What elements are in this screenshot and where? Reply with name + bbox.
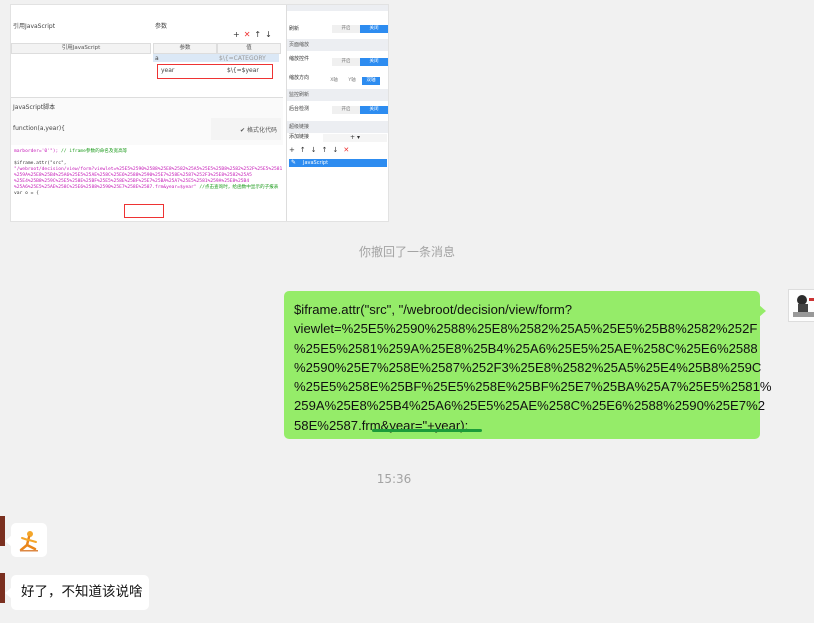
screenshot-toggle-off: 开启	[332, 25, 360, 33]
screenshot-red-highlight-box	[157, 64, 273, 79]
screenshot-toggle-off: 开启	[332, 58, 360, 66]
screenshot-js-reference-pane: 引用JavaScript 引用JavaScript	[11, 5, 153, 95]
screenshot-params-pane: 参数 +✕↑↓ 参数 值 a $\{=CATEGORY year $\{=$ye…	[153, 5, 283, 95]
code-line: %25A6%25E5%25AE%258C%25E6%2588%2590%25E7…	[14, 185, 279, 190]
dance-sticker-icon	[19, 531, 38, 552]
screenshot-toggle-on: 关闭	[360, 58, 388, 66]
screenshot-code-editor: marborder='0'"); // iframe参数的命名及宽高等 $ifr…	[11, 145, 286, 221]
handwritten-underline-mark	[372, 429, 482, 432]
screenshot-link-list-item: JavaScript	[289, 159, 387, 167]
screenshot-param-name: a	[155, 55, 159, 62]
screenshot-axis-option: Y轴	[348, 78, 356, 83]
bubble-tail	[759, 305, 766, 317]
screenshot-params-toolbar: +✕↑↓	[233, 30, 276, 39]
message-line: $iframe.attr("src", "/webroot/decision/v…	[294, 302, 573, 317]
shared-screenshot-image[interactable]: 引用JavaScript 引用JavaScript 参数 +✕↑↓ 参数 值 a…	[10, 4, 389, 222]
screenshot-prop-section: 页面缩放	[289, 42, 310, 48]
message-line: %25E5%2581%259A%25E8%25B4%25A6%25E5%25AE…	[294, 340, 758, 356]
pencil-icon: ✎	[291, 159, 297, 166]
screenshot-js-signature: function(a,year){	[13, 125, 65, 132]
sticker-message-bubble[interactable]	[5, 523, 47, 557]
message-line: viewlet=%25E5%2590%2588%25E8%2582%25A5%2…	[294, 321, 758, 337]
screenshot-add-link-button: + ▾	[323, 134, 387, 142]
message-line: 58E%2587.frm&year="+year);	[294, 417, 469, 433]
screenshot-properties-pane: 刷新 开启 关闭 页面缩放 缩放控件 开启 关闭 缩放方向 X轴 Y轴 双轴 监…	[286, 5, 388, 221]
self-avatar[interactable]	[788, 289, 814, 322]
avatar-image-icon	[789, 290, 814, 321]
screenshot-params-col-value: 值	[217, 43, 281, 54]
received-message-text: 好了，不知道该说啥	[21, 584, 143, 600]
screenshot-params-title: 参数	[155, 23, 168, 30]
screenshot-toggle-on: 关闭	[360, 25, 388, 33]
message-line: %2590%25E7%258E%2587%252F3%25E8%2582%25A…	[294, 359, 762, 375]
screenshot-prop-section: 超级链接	[289, 124, 310, 130]
screenshot-param-value: $\{=CATEGORY	[219, 55, 266, 62]
screenshot-toggle-off: 开启	[332, 106, 360, 114]
screenshot-js-section-title: JavaScript脚本	[13, 104, 56, 111]
screenshot-axis-option: X轴	[330, 78, 338, 83]
received-message-bubble[interactable]: 好了，不知道该说啥	[5, 575, 149, 610]
message-line: %25E5%258E%25BF%25E5%258E%25BF%25E7%25BA…	[294, 379, 772, 395]
sent-message-bubble[interactable]: $iframe.attr("src", "/webroot/decision/v…	[284, 291, 772, 439]
message-line: 259A%25E8%25B4%25A6%25E5%25AE%258C%25E6%…	[294, 398, 765, 414]
screenshot-axis-option-selected: 双轴	[362, 77, 380, 85]
recalled-message-notice: 你撤回了一条消息	[358, 245, 455, 259]
screenshot-link-toolbar: +↑↓↑↓✕	[289, 146, 355, 154]
screenshot-js-section: JavaScript脚本 function(a,year){ ✔ 格式化代码	[11, 97, 283, 146]
screenshot-prop-section: 监控刷新	[289, 92, 310, 98]
screenshot-format-button: ✔ 格式化代码	[240, 127, 277, 134]
screenshot-band	[287, 5, 388, 11]
screenshot-js-reference-title: 引用JavaScript	[13, 23, 56, 30]
bubble-tail	[5, 535, 12, 547]
screenshot-params-col-name: 参数	[153, 43, 217, 54]
bubble-tail	[5, 587, 12, 599]
message-timestamp: 15:36	[376, 472, 412, 486]
screenshot-js-reference-header: 引用JavaScript	[11, 43, 151, 54]
code-line: var o = {	[14, 191, 39, 196]
screenshot-red-highlight-box	[124, 204, 164, 218]
screenshot-toggle-on: 关闭	[360, 106, 388, 114]
